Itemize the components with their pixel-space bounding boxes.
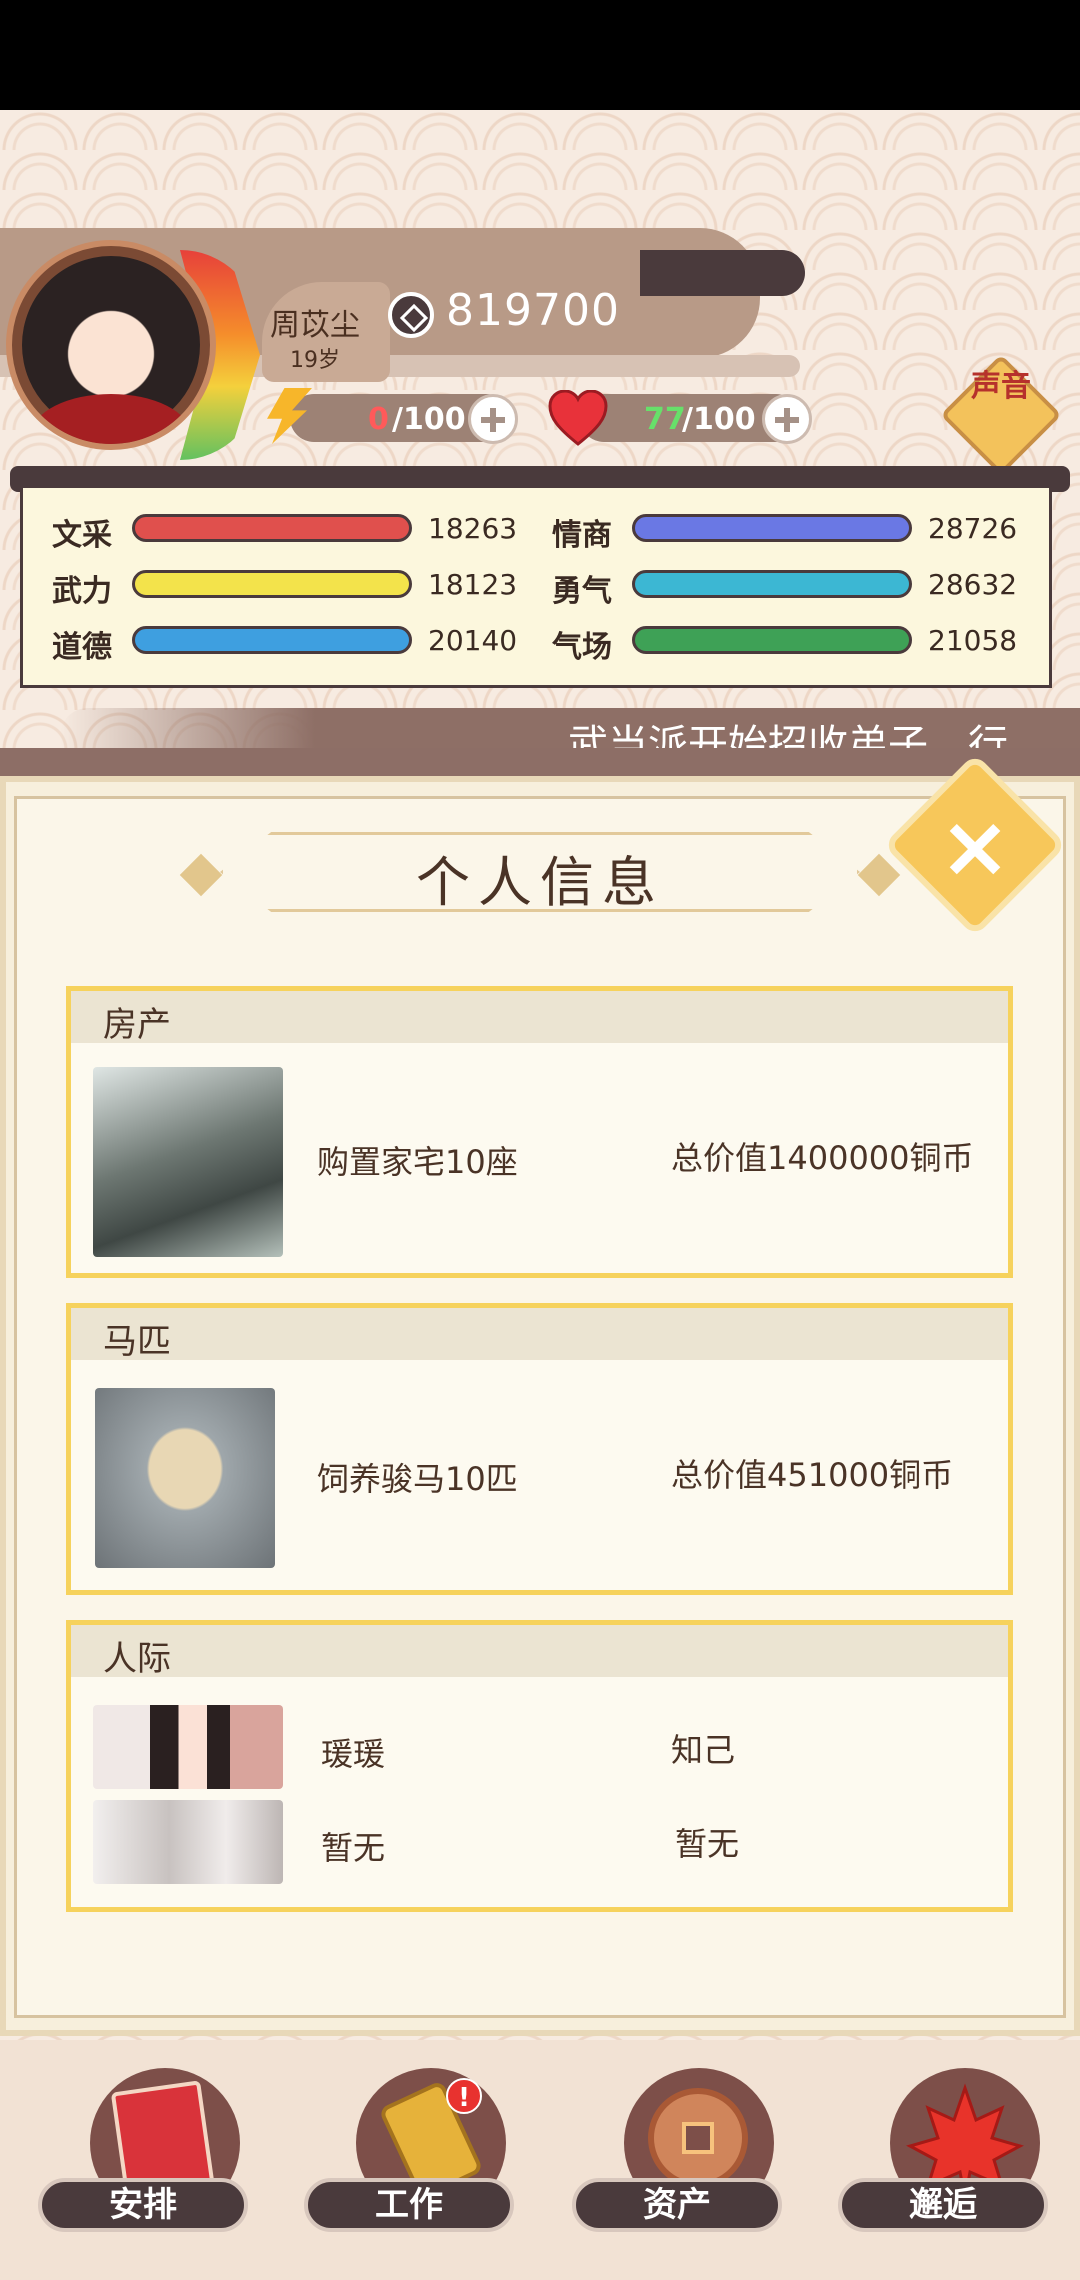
stat-bar-martial [132, 570, 412, 598]
nav-assets[interactable]: 资产 [572, 2068, 782, 2238]
relation-type-2: 暂无 [675, 1825, 740, 1863]
relations-card: 人际 瑗瑗 知己 暂无 暂无 [66, 1620, 1013, 1912]
stat-bar-eq [632, 514, 912, 542]
nav-arrange-label: 安排 [38, 2178, 248, 2232]
horse-desc: 饲养骏马10匹 [317, 1460, 518, 1498]
card-header: 马匹 [71, 1308, 1008, 1362]
stat-bar-aura [632, 626, 912, 654]
health-max: /100 [682, 402, 756, 437]
stat-value-aura: 21058 [928, 624, 1018, 657]
header-band-accent [640, 250, 805, 296]
player-age: 19岁 [290, 348, 340, 373]
energy-max: /100 [392, 402, 466, 437]
nav-work-label: 工作 [304, 2178, 514, 2232]
relation-type-1: 知己 [671, 1731, 736, 1769]
stat-value-martial: 18123 [428, 568, 518, 601]
work-alert-badge: ! [446, 2078, 482, 2114]
stat-bar-morality [132, 626, 412, 654]
nav-arrange[interactable]: 安排 [38, 2068, 248, 2238]
panel-title: 个人信息 [416, 851, 664, 914]
stat-value-courage: 28632 [928, 568, 1018, 601]
stat-value-literary: 18263 [428, 512, 518, 545]
sound-button-label: 声音 [971, 369, 1031, 404]
nav-encounter[interactable]: 邂逅 [838, 2068, 1048, 2238]
property-value: 总价值1400000铜币 [671, 1139, 974, 1177]
card-header: 人际 [71, 1625, 1008, 1679]
add-health-button[interactable] [762, 394, 812, 444]
stat-label-courage: 勇气 [552, 574, 612, 609]
property-desc: 购置家宅10座 [317, 1143, 518, 1181]
card-header: 房产 [71, 991, 1008, 1045]
stat-bar-courage [632, 570, 912, 598]
horse-card: 马匹 饲养骏马10匹 总价值451000铜币 [66, 1303, 1013, 1595]
relations-header: 人际 [103, 1639, 171, 1679]
heart-icon [548, 390, 608, 446]
coin-count: 819700 [446, 285, 620, 336]
health-value: 77 [644, 402, 686, 437]
stat-label-martial: 武力 [52, 574, 112, 609]
stat-label-aura: 气场 [552, 630, 612, 665]
status-bar [0, 0, 1080, 110]
horse-header: 马匹 [103, 1322, 171, 1362]
close-icon: × [938, 797, 1012, 897]
stat-label-eq: 情商 [552, 518, 612, 553]
stat-label-morality: 道德 [52, 630, 112, 665]
stat-value-eq: 28726 [928, 512, 1018, 545]
relation-portrait-1[interactable] [93, 1705, 283, 1789]
horse-value: 总价值451000铜币 [671, 1456, 954, 1494]
relation-portrait-2[interactable] [93, 1800, 283, 1884]
nav-work[interactable]: 工作 [304, 2068, 514, 2238]
avatar[interactable] [6, 240, 216, 450]
nav-assets-label: 资产 [572, 2178, 782, 2232]
stat-value-morality: 20140 [428, 624, 518, 657]
stat-bar-literary [132, 514, 412, 542]
stat-label-literary: 文采 [52, 518, 112, 553]
nav-encounter-label: 邂逅 [838, 2178, 1048, 2232]
horse-image [95, 1388, 275, 1568]
property-card: 房产 购置家宅10座 总价值1400000铜币 [66, 986, 1013, 1278]
copper-coin-icon [388, 292, 434, 338]
house-image [93, 1067, 283, 1257]
property-header: 房产 [103, 1005, 171, 1045]
relation-name-2: 暂无 [321, 1829, 386, 1867]
energy-value: 0 [368, 402, 389, 437]
add-energy-button[interactable] [468, 394, 518, 444]
relation-name-1: 瑗瑗 [321, 1735, 386, 1773]
player-name: 周苡尘 [270, 308, 360, 343]
